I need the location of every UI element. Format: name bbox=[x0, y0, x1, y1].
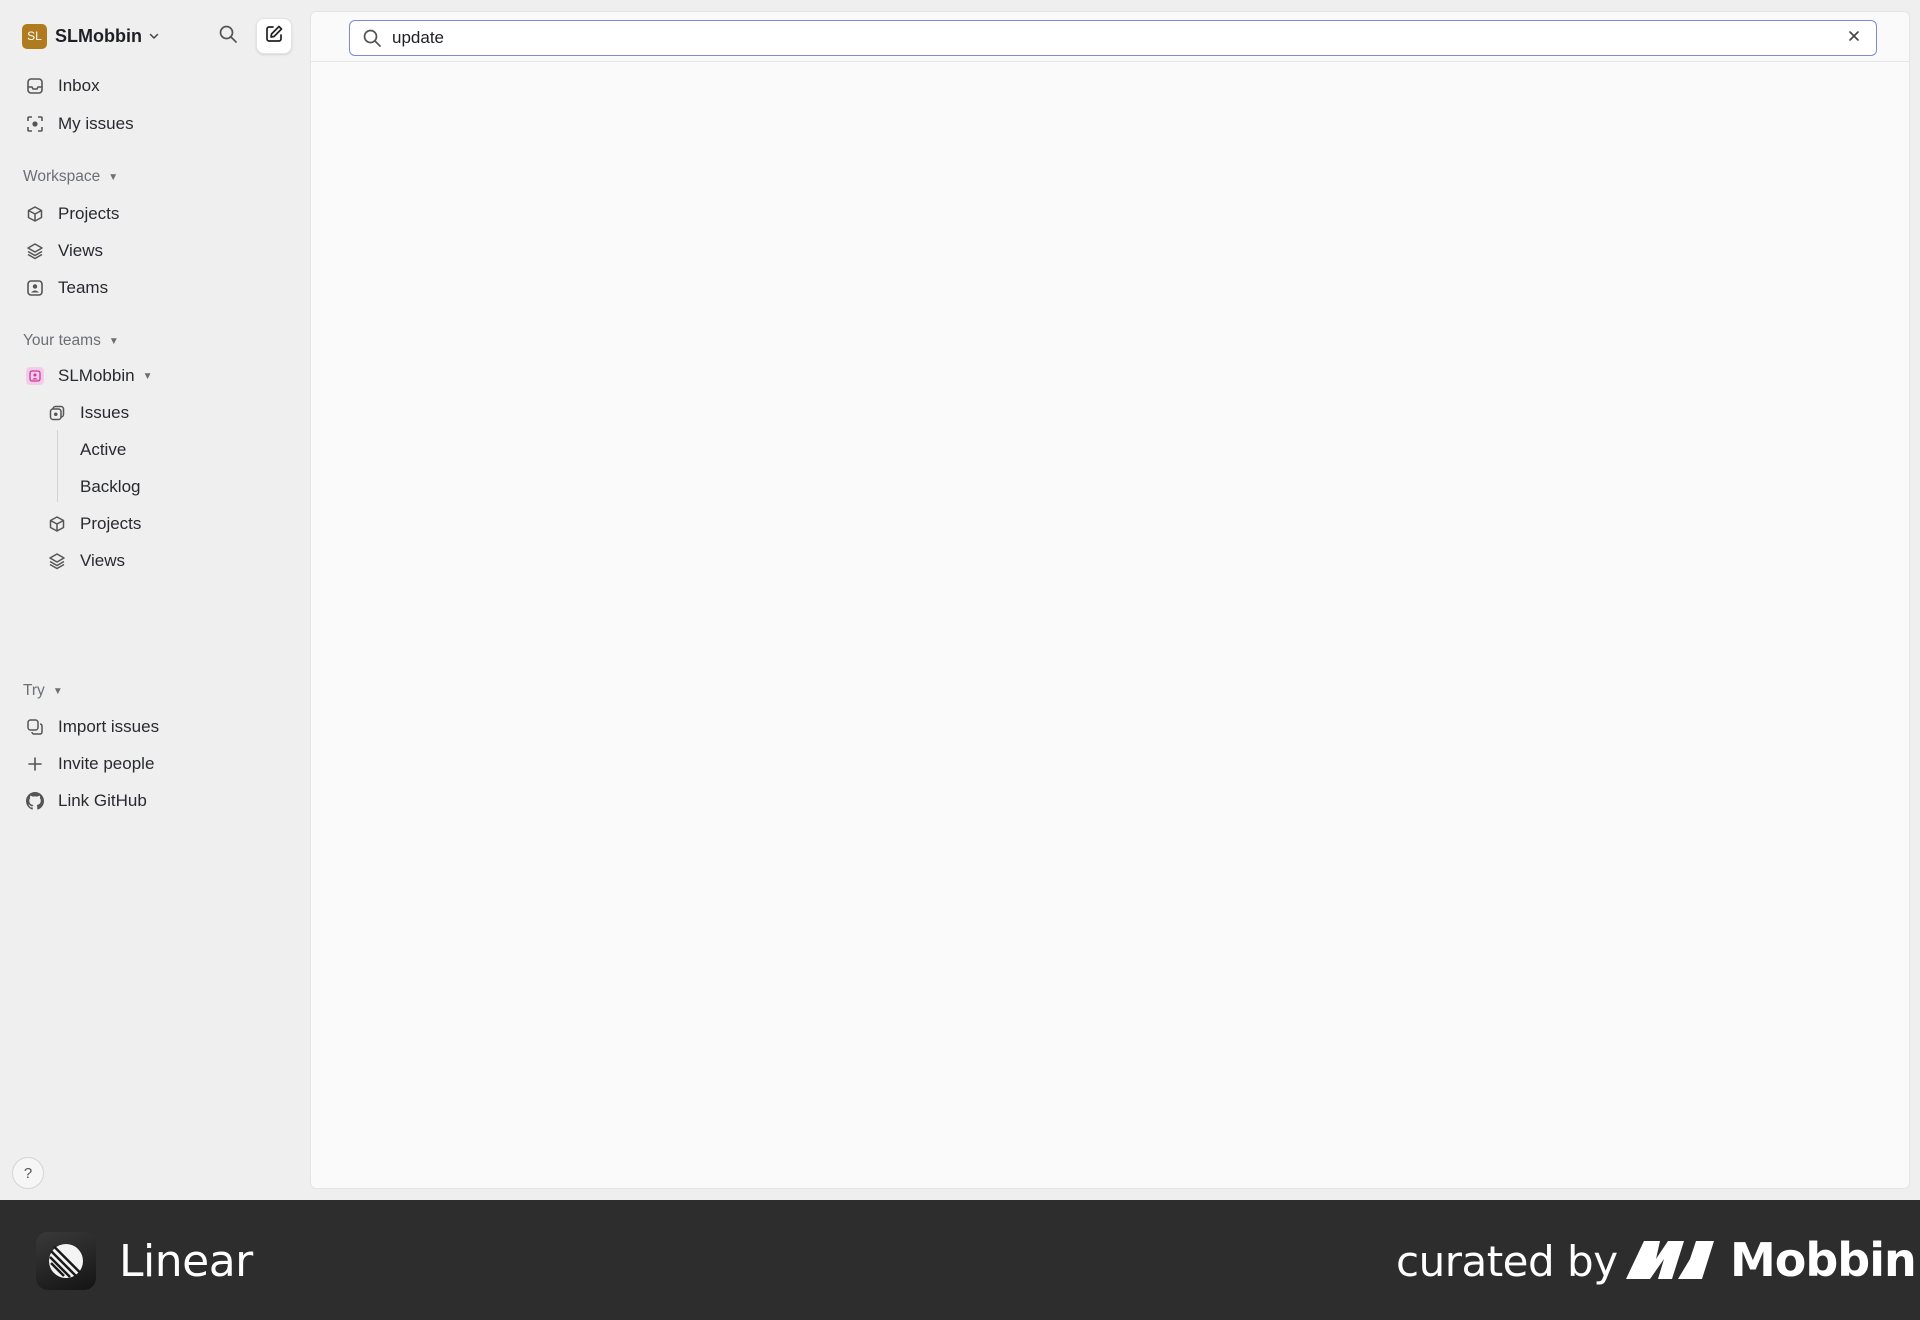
header-divider bbox=[311, 61, 1909, 62]
sidebar-item-import-issues[interactable]: Import issues bbox=[25, 711, 159, 743]
sidebar-item-label: Import issues bbox=[58, 717, 160, 736]
search-icon bbox=[362, 28, 382, 48]
search-button[interactable] bbox=[210, 18, 246, 54]
sidebar-item-link-github[interactable]: Link GitHub bbox=[25, 785, 147, 817]
new-issue-button[interactable] bbox=[256, 18, 292, 54]
team-name: SLMobbin bbox=[58, 366, 135, 385]
tree-connector bbox=[57, 430, 58, 502]
help-button[interactable]: ? bbox=[12, 1157, 44, 1189]
close-icon bbox=[1847, 29, 1861, 48]
sidebar-item-invite-people[interactable]: Invite people bbox=[25, 748, 154, 780]
inbox-icon bbox=[25, 76, 45, 96]
my-issues-icon bbox=[25, 114, 45, 134]
curated-by-label: curated by bbox=[1396, 1237, 1618, 1286]
sidebar-item-team-issues[interactable]: Issues bbox=[47, 397, 129, 429]
compose-icon bbox=[264, 24, 284, 49]
caret-down-icon: ▼ bbox=[52, 685, 63, 697]
team-icon bbox=[25, 366, 45, 386]
linear-logo bbox=[36, 1232, 96, 1290]
sidebar-item-my-issues[interactable]: My issues bbox=[25, 108, 134, 140]
cube-icon bbox=[25, 204, 45, 224]
caret-down-icon: ▼ bbox=[108, 335, 119, 347]
sidebar-item-team-backlog[interactable]: Backlog bbox=[80, 471, 140, 503]
sidebar-item-inbox[interactable]: Inbox bbox=[25, 70, 100, 102]
section-label: Your teams bbox=[23, 332, 101, 349]
sidebar-item-team-active[interactable]: Active bbox=[80, 434, 126, 466]
sidebar-item-label: Link GitHub bbox=[58, 791, 147, 810]
sidebar-item-label: Teams bbox=[58, 278, 109, 297]
team-badge-icon bbox=[25, 278, 45, 298]
app-window: SL SLMobbin Inbox My issues Workspace ▼ … bbox=[0, 0, 1920, 1200]
sidebar-item-label: Projects bbox=[58, 204, 120, 223]
app-name: Linear bbox=[119, 1236, 253, 1287]
sidebar-item-views[interactable]: Views bbox=[25, 235, 103, 267]
brand-name: Mobbin bbox=[1730, 1233, 1917, 1287]
search-icon bbox=[218, 24, 238, 49]
caret-down-icon: ▼ bbox=[142, 370, 153, 382]
sidebar-item-label: Projects bbox=[80, 514, 142, 533]
sidebar-team-slmobbin[interactable]: SLMobbin ▼ bbox=[25, 360, 152, 392]
layers-icon bbox=[25, 241, 45, 261]
try-section-toggle[interactable]: Try ▼ bbox=[23, 682, 63, 700]
main-panel bbox=[310, 11, 1910, 1189]
sidebar-item-team-projects[interactable]: Projects bbox=[47, 508, 141, 540]
cube-icon bbox=[47, 514, 67, 534]
search-bar[interactable] bbox=[349, 20, 1877, 56]
sidebar-item-label: Views bbox=[80, 551, 126, 570]
sidebar-item-teams[interactable]: Teams bbox=[25, 272, 108, 304]
sidebar-item-label: Views bbox=[58, 241, 104, 260]
sidebar-item-label: Active bbox=[80, 440, 127, 459]
layers-icon bbox=[47, 551, 67, 571]
sidebar-item-label: Issues bbox=[80, 403, 130, 422]
section-label: Workspace bbox=[23, 168, 101, 185]
section-label: Try bbox=[23, 682, 45, 699]
workspace-name: SLMobbin bbox=[55, 25, 142, 46]
sidebar-item-label: Backlog bbox=[80, 477, 141, 496]
clear-search-button[interactable] bbox=[1844, 28, 1864, 48]
workspace-section-toggle[interactable]: Workspace ▼ bbox=[23, 168, 118, 186]
teams-section-toggle[interactable]: Your teams ▼ bbox=[23, 332, 119, 350]
chevron-down-icon bbox=[148, 30, 160, 42]
sidebar-item-label: Inbox bbox=[58, 76, 100, 95]
sidebar: SL SLMobbin Inbox My issues Workspace ▼ … bbox=[0, 0, 308, 1200]
workspace-avatar: SL bbox=[22, 23, 47, 49]
import-icon bbox=[25, 717, 45, 737]
search-input[interactable] bbox=[392, 28, 1844, 48]
sidebar-item-team-views[interactable]: Views bbox=[47, 545, 125, 577]
sidebar-item-label: Invite people bbox=[58, 754, 155, 773]
issues-icon bbox=[47, 403, 67, 423]
sidebar-item-label: My issues bbox=[58, 114, 134, 133]
workspace-switcher[interactable]: SL SLMobbin bbox=[22, 22, 160, 50]
github-icon bbox=[25, 791, 45, 811]
caret-down-icon: ▼ bbox=[108, 171, 119, 183]
mobbin-logo bbox=[1626, 1239, 1716, 1281]
sidebar-item-projects[interactable]: Projects bbox=[25, 198, 119, 230]
plus-icon bbox=[25, 754, 45, 774]
